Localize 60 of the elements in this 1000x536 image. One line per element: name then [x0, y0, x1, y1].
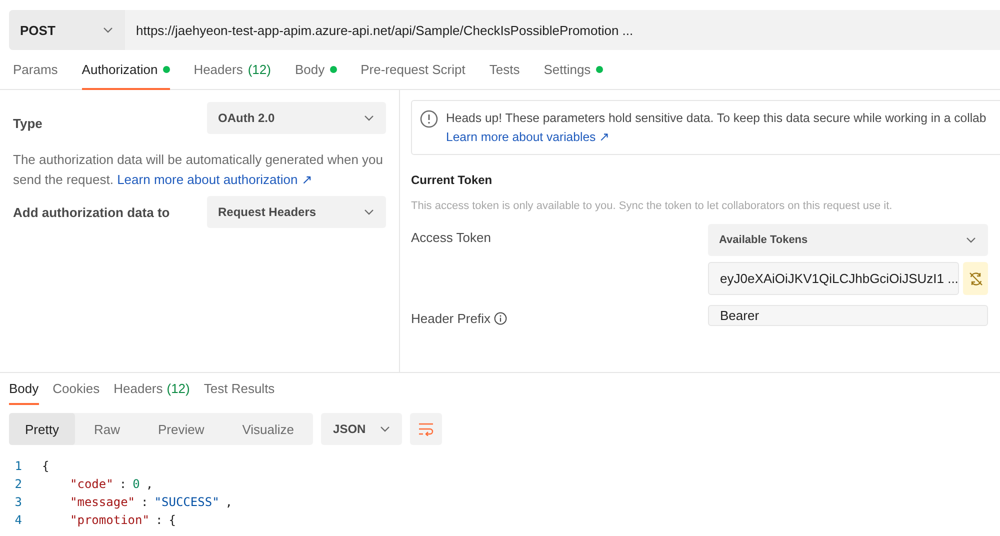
variables-docs-link[interactable]: Learn more about variables ↗	[446, 130, 610, 144]
token-note: This access token is only available to you. Sync the token to let collaborators on this request use it.	[411, 200, 894, 212]
line-number: 4	[14, 513, 23, 527]
line-number: 2	[14, 477, 23, 491]
request-tab[interactable]: Settings	[544, 50, 603, 90]
view-mode-tab[interactable]: Pretty	[9, 413, 75, 445]
auth-docs-link[interactable]: Learn more about authorization ↗	[117, 172, 312, 187]
response-tab[interactable]: Test Results	[204, 373, 275, 405]
response-tab[interactable]: Body	[9, 373, 39, 405]
chevron-icon	[380, 426, 390, 432]
request-tab[interactable]: Body	[294, 50, 337, 90]
code-token: 0	[132, 477, 140, 491]
code-token: :	[141, 495, 148, 509]
warning-icon	[420, 110, 438, 128]
info-icon	[494, 312, 508, 325]
access-token-label: Access Token	[411, 229, 491, 245]
request-tab[interactable]: Tests	[489, 50, 520, 90]
sync-off-icon	[968, 270, 984, 286]
chevron-icon	[364, 209, 374, 215]
header-prefix-label: Header Prefix	[411, 311, 490, 326]
view-mode-tab[interactable]: Visualize	[223, 413, 314, 445]
type-dropdown[interactable]: OAuth 2.0	[207, 102, 386, 134]
request-tab[interactable]: Pre-request Script	[360, 50, 466, 90]
method-dropdown[interactable]: POST	[9, 10, 125, 50]
code-token: {	[168, 513, 176, 527]
response-tab[interactable]: Cookies	[52, 373, 100, 405]
code-token: "promotion"	[70, 513, 150, 527]
header-prefix-field[interactable]: Bearer	[708, 305, 988, 326]
line-number: 1	[14, 459, 23, 473]
wrap-lines-icon	[418, 422, 434, 436]
code-token: :	[155, 513, 163, 527]
code-token: "code"	[70, 477, 114, 491]
response-tab[interactable]: Headers (12)	[114, 373, 190, 405]
auth-description: The authorization data will be automatically generated when you send the request. Learn more about authorization ↗	[13, 151, 384, 189]
code-token: "message"	[70, 495, 136, 509]
format-dropdown[interactable]: JSON	[321, 413, 402, 445]
type-label: Type	[13, 115, 42, 131]
request-tab[interactable]: Params	[13, 50, 58, 90]
chevron-icon	[364, 115, 374, 121]
code-token: {	[42, 459, 50, 473]
view-mode-tab[interactable]: Raw	[74, 413, 139, 445]
view-mode-tab[interactable]: Preview	[138, 413, 224, 445]
tokens-dropdown[interactable]: Available Tokens	[708, 224, 988, 256]
code-token: ,	[225, 495, 233, 509]
token-field[interactable]: eyJ0eXAiOiJKV1QiLCJhbGciOiJSUzI1 ...	[708, 262, 960, 295]
code-token: :	[119, 477, 127, 491]
sync-button[interactable]	[963, 262, 988, 295]
chevron-icon	[966, 237, 976, 243]
chevron-icon	[103, 27, 113, 33]
url-field[interactable]: https://jaehyeon-test-app-apim.azure-api.net/api/Sample/CheckIsPossiblePromotion ...	[125, 10, 1000, 50]
request-tab[interactable]: Authorization	[82, 50, 170, 90]
request-tab[interactable]: Headers (12)	[194, 50, 271, 90]
code-token: ,	[146, 477, 154, 491]
wrap-button[interactable]	[410, 413, 442, 445]
alert-text: Heads up! These parameters hold sensitive data. To keep this data secure while working in a collab	[446, 110, 986, 127]
line-number: 3	[14, 495, 23, 509]
code-token: "SUCCESS"	[154, 495, 220, 509]
section-heading: Current Token	[411, 173, 494, 187]
add-to-dropdown[interactable]: Request Headers	[207, 196, 386, 228]
add-to-label: Add authorization data to	[13, 204, 170, 220]
